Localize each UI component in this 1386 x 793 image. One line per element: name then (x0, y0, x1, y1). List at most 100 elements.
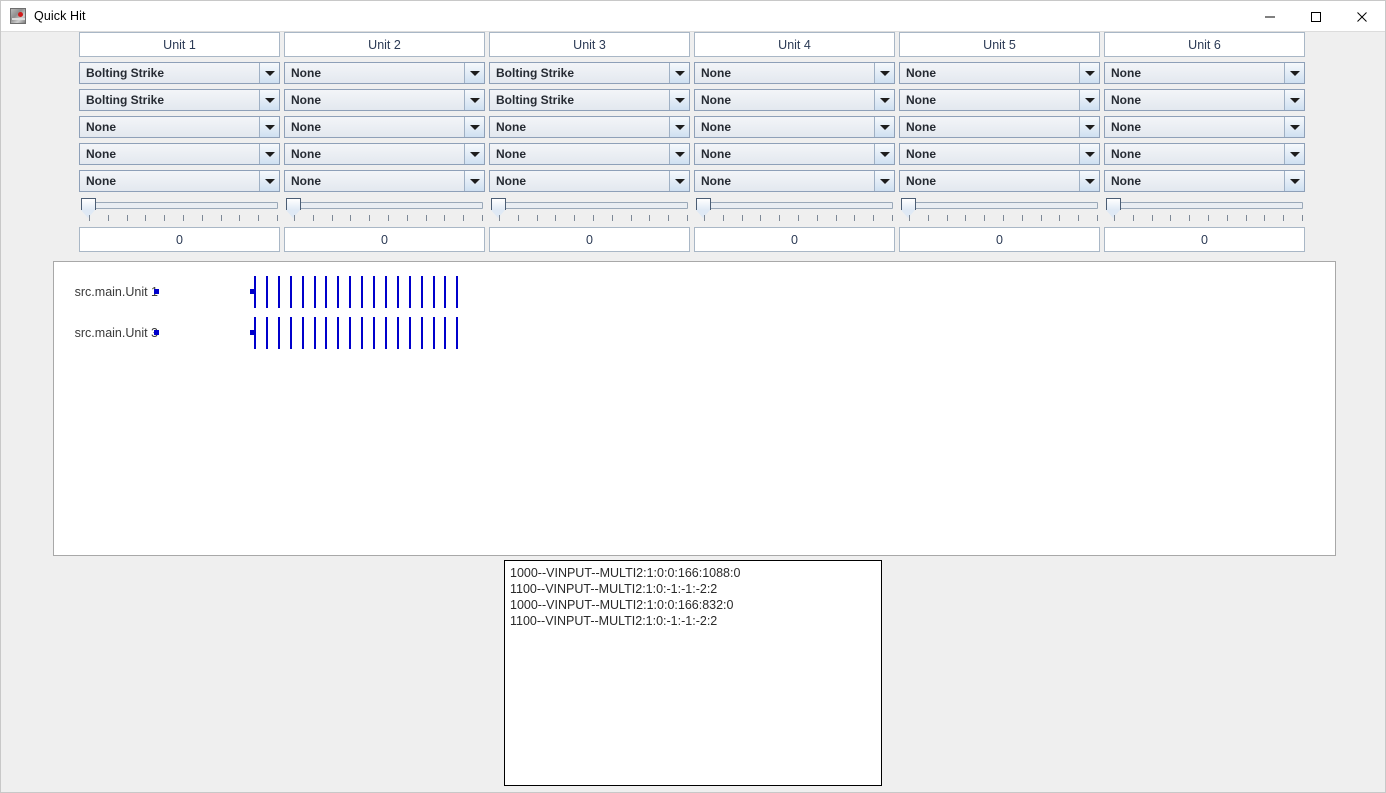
pulse-chart-panel[interactable]: src.main.Unit 1 src.main.Unit 3 (53, 261, 1336, 556)
unit-5-slider[interactable] (899, 197, 1100, 223)
chevron-down-icon[interactable] (874, 117, 894, 137)
slider-track[interactable] (704, 202, 893, 209)
unit-4-slider[interactable] (694, 197, 895, 223)
select-value: None (701, 66, 731, 80)
unit-3-select-3[interactable]: None (489, 116, 690, 138)
unit-6-select-2[interactable]: None (1104, 89, 1305, 111)
chevron-down-icon[interactable] (464, 117, 484, 137)
unit-5-value-field[interactable]: 0 (899, 227, 1100, 252)
unit-3-select-1[interactable]: Bolting Strike (489, 62, 690, 84)
chevron-down-icon[interactable] (669, 144, 689, 164)
slider-track[interactable] (1114, 202, 1303, 209)
pulse-line (397, 276, 399, 308)
unit-1-value-field[interactable]: 0 (79, 227, 280, 252)
unit-2-select-3[interactable]: None (284, 116, 485, 138)
slider-track[interactable] (909, 202, 1098, 209)
unit-5-select-4[interactable]: None (899, 143, 1100, 165)
unit-header-1[interactable]: Unit 1 (79, 32, 280, 57)
chevron-down-icon[interactable] (1284, 144, 1304, 164)
chevron-down-icon[interactable] (874, 63, 894, 83)
unit-2-slider[interactable] (284, 197, 485, 223)
unit-2-value-field[interactable]: 0 (284, 227, 485, 252)
unit-3-select-5[interactable]: None (489, 170, 690, 192)
chevron-down-icon[interactable] (669, 90, 689, 110)
unit-4-select-5[interactable]: None (694, 170, 895, 192)
chevron-down-icon[interactable] (259, 171, 279, 191)
minimize-icon[interactable] (1247, 1, 1293, 32)
chevron-down-icon[interactable] (1079, 90, 1099, 110)
unit-header-3[interactable]: Unit 3 (489, 32, 690, 57)
close-icon[interactable] (1339, 1, 1385, 32)
unit-5-select-3[interactable]: None (899, 116, 1100, 138)
unit-4-value-field[interactable]: 0 (694, 227, 895, 252)
chevron-down-icon[interactable] (259, 90, 279, 110)
chevron-down-icon[interactable] (669, 117, 689, 137)
unit-6-slider[interactable] (1104, 197, 1305, 223)
select-value: None (1111, 147, 1141, 161)
log-output[interactable]: 1000--VINPUT--MULTI2:1:0:0:166:1088:0 110… (504, 560, 882, 786)
log-line: 1000--VINPUT--MULTI2:1:0:0:166:832:0 (510, 598, 734, 612)
unit-4-select-3[interactable]: None (694, 116, 895, 138)
unit-2-select-5[interactable]: None (284, 170, 485, 192)
unit-6-select-4[interactable]: None (1104, 143, 1305, 165)
chevron-down-icon[interactable] (259, 144, 279, 164)
chevron-down-icon[interactable] (1079, 144, 1099, 164)
unit-3-slider[interactable] (489, 197, 690, 223)
chevron-down-icon[interactable] (669, 63, 689, 83)
unit-3-select-2[interactable]: Bolting Strike (489, 89, 690, 111)
unit-6-select-1[interactable]: None (1104, 62, 1305, 84)
unit-1-slider[interactable] (79, 197, 280, 223)
chevron-down-icon[interactable] (1284, 90, 1304, 110)
unit-3-select-4[interactable]: None (489, 143, 690, 165)
pulse-line (444, 276, 446, 308)
select-value: None (906, 120, 936, 134)
unit-header-6[interactable]: Unit 6 (1104, 32, 1305, 57)
unit-5-select-1[interactable]: None (899, 62, 1100, 84)
value-text: 0 (381, 232, 388, 247)
value-text: 0 (791, 232, 798, 247)
unit-header-label: Unit 6 (1188, 37, 1221, 52)
slider-track[interactable] (294, 202, 483, 209)
chevron-down-icon[interactable] (259, 117, 279, 137)
chevron-down-icon[interactable] (1284, 171, 1304, 191)
chevron-down-icon[interactable] (669, 171, 689, 191)
unit-6-select-5[interactable]: None (1104, 170, 1305, 192)
chevron-down-icon[interactable] (259, 63, 279, 83)
slider-track[interactable] (499, 202, 688, 209)
unit-5-select-5[interactable]: None (899, 170, 1100, 192)
unit-header-4[interactable]: Unit 4 (694, 32, 895, 57)
unit-2-select-2[interactable]: None (284, 89, 485, 111)
chevron-down-icon[interactable] (1079, 63, 1099, 83)
unit-1-select-5[interactable]: None (79, 170, 280, 192)
unit-5-select-2[interactable]: None (899, 89, 1100, 111)
chevron-down-icon[interactable] (874, 171, 894, 191)
chevron-down-icon[interactable] (464, 63, 484, 83)
unit-4-select-2[interactable]: None (694, 89, 895, 111)
unit-4-select-1[interactable]: None (694, 62, 895, 84)
chevron-down-icon[interactable] (1284, 117, 1304, 137)
chevron-down-icon[interactable] (1079, 171, 1099, 191)
maximize-icon[interactable] (1293, 1, 1339, 32)
unit-6-select-3[interactable]: None (1104, 116, 1305, 138)
chevron-down-icon[interactable] (1284, 63, 1304, 83)
unit-column-1: Unit 1 Bolting Strike Bolting Strike None No… (79, 32, 280, 252)
slider-track[interactable] (89, 202, 278, 209)
chevron-down-icon[interactable] (874, 144, 894, 164)
unit-6-value-field[interactable]: 0 (1104, 227, 1305, 252)
unit-1-select-1[interactable]: Bolting Strike (79, 62, 280, 84)
unit-header-5[interactable]: Unit 5 (899, 32, 1100, 57)
unit-1-select-2[interactable]: Bolting Strike (79, 89, 280, 111)
pulse-line (385, 276, 387, 308)
unit-1-select-3[interactable]: None (79, 116, 280, 138)
chevron-down-icon[interactable] (1079, 117, 1099, 137)
chevron-down-icon[interactable] (464, 90, 484, 110)
unit-2-select-1[interactable]: None (284, 62, 485, 84)
unit-header-2[interactable]: Unit 2 (284, 32, 485, 57)
chevron-down-icon[interactable] (464, 144, 484, 164)
unit-3-value-field[interactable]: 0 (489, 227, 690, 252)
chevron-down-icon[interactable] (464, 171, 484, 191)
chevron-down-icon[interactable] (874, 90, 894, 110)
unit-2-select-4[interactable]: None (284, 143, 485, 165)
unit-4-select-4[interactable]: None (694, 143, 895, 165)
unit-1-select-4[interactable]: None (79, 143, 280, 165)
